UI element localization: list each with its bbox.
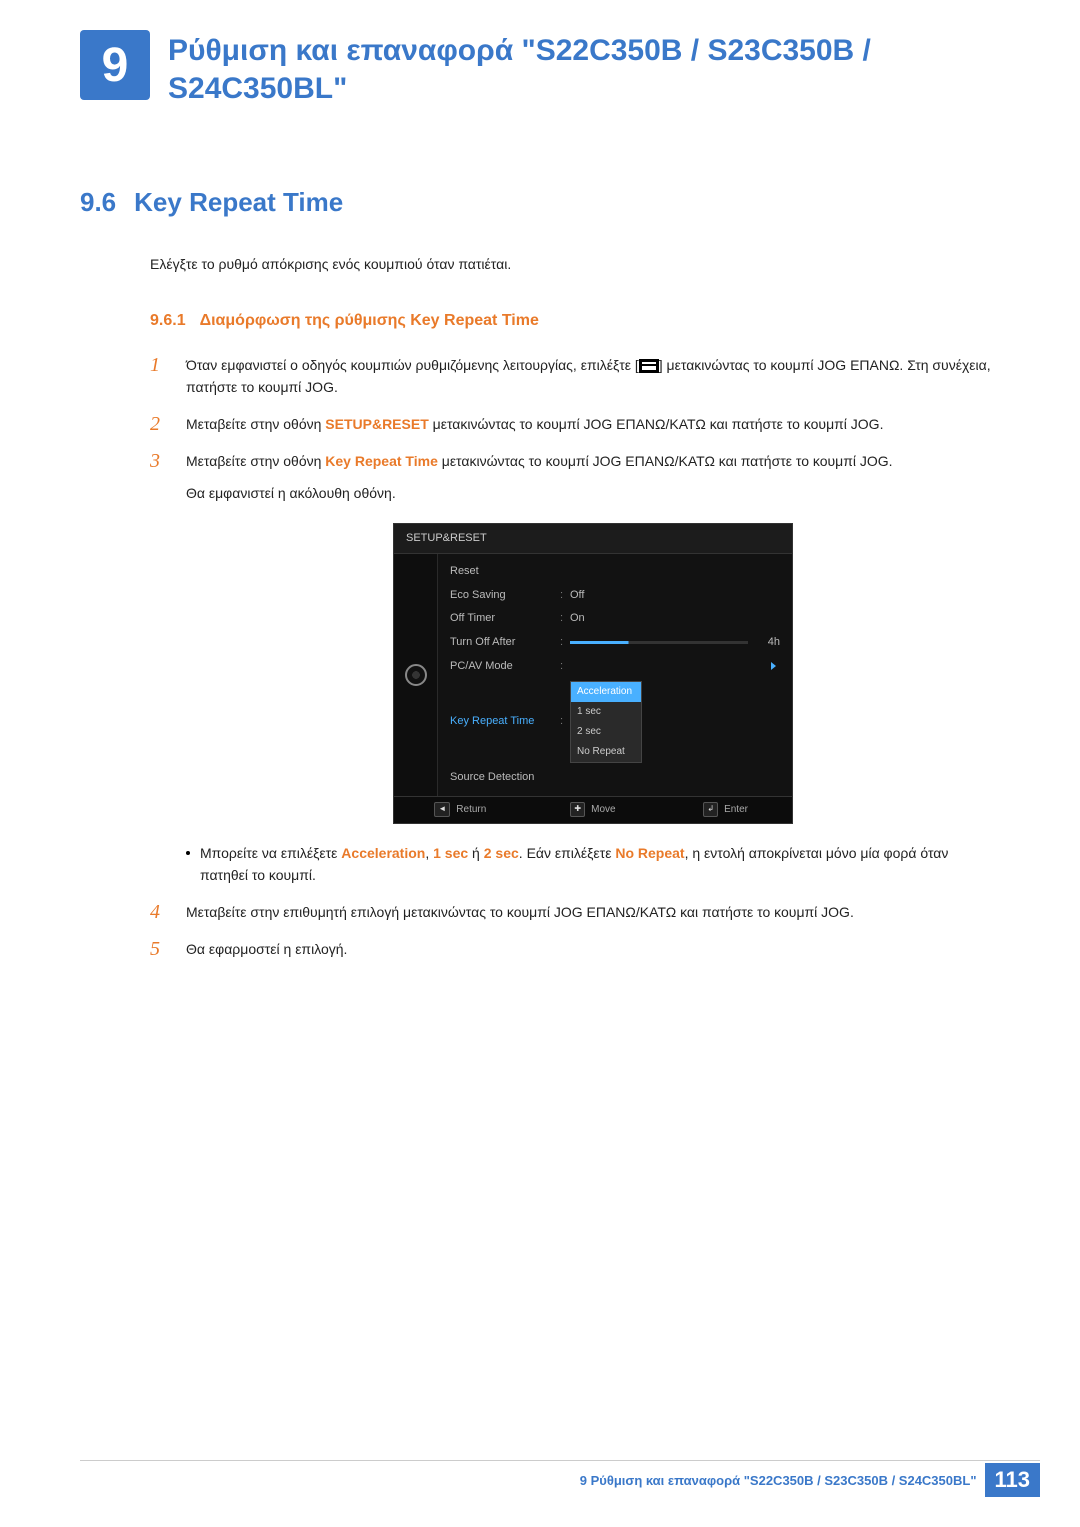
text: Μεταβείτε στην οθόνη <box>186 416 325 432</box>
osd-colon: : <box>560 713 570 731</box>
slider-track <box>570 641 748 644</box>
bold-term: No Repeat <box>615 845 684 861</box>
page-number: 113 <box>985 1463 1041 1497</box>
osd-label: Reset <box>450 563 560 581</box>
step-number: 3 <box>150 450 168 473</box>
chapter-number-box: 9 <box>80 30 150 100</box>
step-text: Μεταβείτε στην οθόνη Key Repeat Time μετ… <box>186 450 1000 887</box>
bullet-text: Μπορείτε να επιλέξετε Acceleration, 1 se… <box>200 842 1000 887</box>
section-intro: Ελέγξτε το ρυθμό απόκρισης ενός κουμπιού… <box>150 256 1000 272</box>
osd-row-source: Source Detection <box>438 766 792 790</box>
section-number: 9.6 <box>80 187 116 218</box>
osd-body: Reset Eco Saving : Off Off Timer : On <box>394 554 792 796</box>
osd-colon: : <box>560 634 570 652</box>
osd-menu-list: Reset Eco Saving : Off Off Timer : On <box>438 554 792 796</box>
step-note: Θα εμφανιστεί η ακόλουθη οθόνη. <box>186 482 1000 504</box>
bullet-note: Μπορείτε να επιλέξετε Acceleration, 1 se… <box>186 842 1000 887</box>
step-number: 5 <box>150 938 168 961</box>
step-1: 1 Όταν εμφανιστεί ο οδηγός κουμπιών ρυθμ… <box>150 354 1000 399</box>
chevron-right-icon <box>771 662 776 670</box>
osd-slider: 4h <box>570 634 780 652</box>
osd-row-key-repeat: Key Repeat Time : Acceleration 1 sec 2 s… <box>438 678 792 766</box>
osd-footer-label: Enter <box>724 802 748 818</box>
text: Όταν εμφανιστεί ο οδηγός κουμπιών ρυθμιζ… <box>186 357 639 373</box>
text: ή <box>468 845 484 861</box>
text: Μεταβείτε στην οθόνη <box>186 453 325 469</box>
osd-footer-move: ✚ Move <box>527 797 660 823</box>
enter-key-icon: ↲ <box>703 802 718 817</box>
step-text: Θα εφαρμοστεί η επιλογή. <box>186 938 347 960</box>
osd-label: Key Repeat Time <box>450 713 560 731</box>
steps-list: 1 Όταν εμφανιστεί ο οδηγός κουμπιών ρυθμ… <box>150 354 1000 961</box>
move-key-icon: ✚ <box>570 802 585 817</box>
osd-sidebar <box>394 554 438 796</box>
osd-title: SETUP&RESET <box>394 524 792 555</box>
osd-label: Off Timer <box>450 610 560 628</box>
osd-label: Source Detection <box>450 769 560 787</box>
text: μετακινώντας το κουμπί JOG ΕΠΑΝΩ/ΚΑΤΩ κα… <box>429 416 884 432</box>
osd-colon: : <box>560 587 570 605</box>
osd-option: 1 sec <box>571 702 641 722</box>
osd-row-reset: Reset <box>438 560 792 584</box>
osd-value: 4h <box>756 634 780 652</box>
bold-term: SETUP&RESET <box>325 416 428 432</box>
menu-icon <box>639 359 659 373</box>
osd-value: Off <box>570 587 780 605</box>
text: μετακινώντας το κουμπί JOG ΕΠΑΝΩ/ΚΑΤΩ κα… <box>438 453 893 469</box>
osd-footer-label: Return <box>456 802 486 818</box>
page-footer: 9 Ρύθμιση και επαναφορά "S22C350B / S23C… <box>580 1463 1040 1497</box>
gear-icon <box>405 664 427 686</box>
bold-term: 1 sec <box>433 845 468 861</box>
bold-term: Acceleration <box>341 845 425 861</box>
osd-row-offtimer: Off Timer : On <box>438 607 792 631</box>
osd-label: PC/AV Mode <box>450 658 560 676</box>
footer-divider <box>80 1460 1040 1461</box>
bullet-icon <box>186 851 190 855</box>
subsection-number: 9.6.1 <box>150 312 186 330</box>
text: Μπορείτε να επιλέξετε <box>200 845 341 861</box>
chapter-title: Ρύθμιση και επαναφορά "S22C350B / S23C35… <box>168 32 1000 107</box>
bold-term: Key Repeat Time <box>325 453 438 469</box>
osd-row-turnoff: Turn Off After : 4h <box>438 631 792 655</box>
step-2: 2 Μεταβείτε στην οθόνη SETUP&RESET μετακ… <box>150 413 1000 436</box>
subsection-heading: 9.6.1 Διαμόρφωση της ρύθμισης Key Repeat… <box>150 312 1000 330</box>
osd-row-pcav: PC/AV Mode : <box>438 655 792 679</box>
step-number: 4 <box>150 901 168 924</box>
osd-colon: : <box>560 658 570 676</box>
osd-label: Eco Saving <box>450 587 560 605</box>
osd-colon: : <box>560 610 570 628</box>
section-title: Key Repeat Time <box>134 187 343 218</box>
step-number: 2 <box>150 413 168 436</box>
step-text: Μεταβείτε στην επιθυμητή επιλογή μετακιν… <box>186 901 854 923</box>
osd-option-selected: Acceleration <box>571 682 641 702</box>
osd-option: 2 sec <box>571 722 641 742</box>
osd-footer-label: Move <box>591 802 615 818</box>
osd-dropdown: Acceleration 1 sec 2 sec No Repeat <box>570 681 780 763</box>
osd-screenshot: SETUP&RESET Reset Eco Saving : <box>393 523 793 824</box>
osd-footer-enter: ↲ Enter <box>659 797 792 823</box>
step-text: Μεταβείτε στην οθόνη SETUP&RESET μετακιν… <box>186 413 883 435</box>
step-3: 3 Μεταβείτε στην οθόνη Key Repeat Time μ… <box>150 450 1000 887</box>
section-heading: 9.6 Key Repeat Time <box>80 187 1000 218</box>
step-text: Όταν εμφανιστεί ο οδηγός κουμπιών ρυθμιζ… <box>186 354 1000 399</box>
osd-value: On <box>570 610 780 628</box>
chapter-header: 9 Ρύθμιση και επαναφορά "S22C350B / S23C… <box>80 30 1000 107</box>
bold-term: 2 sec <box>484 845 519 861</box>
osd-label: Turn Off After <box>450 634 560 652</box>
subsection-title: Διαμόρφωση της ρύθμισης Key Repeat Time <box>200 312 539 330</box>
osd-options-list: Acceleration 1 sec 2 sec No Repeat <box>570 681 642 763</box>
osd-footer: ◄ Return ✚ Move ↲ Enter <box>394 796 792 823</box>
text: . Εάν επιλέξετε <box>519 845 616 861</box>
step-number: 1 <box>150 354 168 377</box>
osd-row-eco: Eco Saving : Off <box>438 584 792 608</box>
return-key-icon: ◄ <box>434 802 450 817</box>
footer-text: 9 Ρύθμιση και επαναφορά "S22C350B / S23C… <box>580 1473 977 1488</box>
text: , <box>425 845 433 861</box>
page-content: 9 Ρύθμιση και επαναφορά "S22C350B / S23C… <box>0 0 1080 961</box>
osd-footer-return: ◄ Return <box>394 797 527 823</box>
osd-option: No Repeat <box>571 742 641 762</box>
step-5: 5 Θα εφαρμοστεί η επιλογή. <box>150 938 1000 961</box>
step-4: 4 Μεταβείτε στην επιθυμητή επιλογή μετακ… <box>150 901 1000 924</box>
